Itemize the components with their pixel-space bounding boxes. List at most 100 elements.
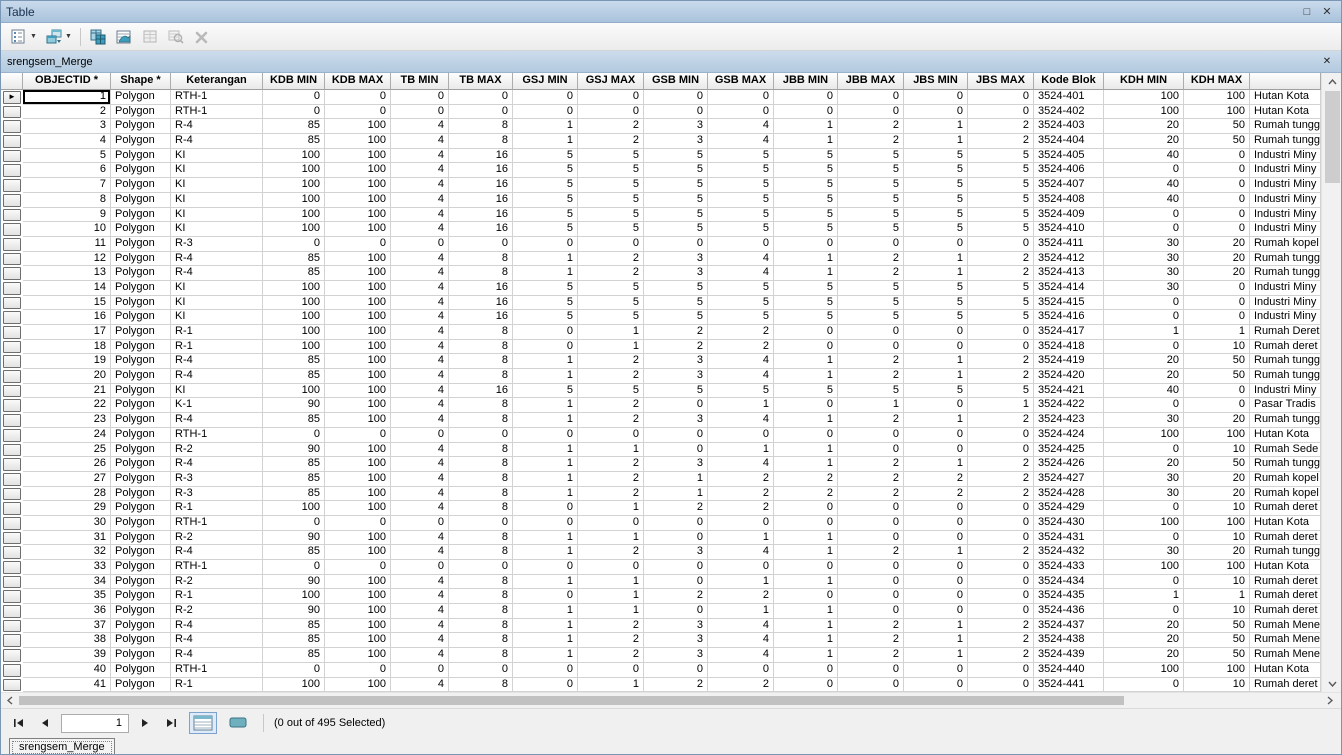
cell[interactable]: 0 [774, 104, 838, 120]
cell[interactable]: 1 [774, 648, 838, 663]
cell[interactable]: KI [171, 295, 263, 311]
next-record-button[interactable] [135, 713, 155, 733]
cell[interactable]: 100 [325, 677, 391, 693]
column-header[interactable]: JBS MIN [904, 73, 968, 90]
cell[interactable]: Polygon [111, 266, 171, 281]
cell[interactable]: 3524-408 [1034, 192, 1104, 208]
cell[interactable]: 3524-405 [1034, 148, 1104, 164]
cell[interactable]: 4 [391, 633, 449, 649]
cell[interactable]: 0 [838, 604, 904, 619]
cell[interactable]: 26 [23, 457, 111, 472]
column-header[interactable]: KDB MAX [325, 73, 391, 90]
cell[interactable]: Rumah tungg [1250, 545, 1321, 560]
cell[interactable]: R-4 [171, 457, 263, 472]
cell[interactable]: 2 [578, 471, 644, 487]
cell[interactable]: 3 [644, 633, 708, 649]
cell[interactable]: 85 [263, 119, 325, 135]
cell[interactable]: 85 [263, 486, 325, 502]
row-selector[interactable] [1, 339, 23, 355]
row-selector[interactable] [1, 369, 23, 384]
cell[interactable]: 0 [1104, 339, 1184, 355]
cell[interactable]: 5 [513, 163, 578, 179]
cell[interactable]: Polygon [111, 633, 171, 649]
cell[interactable]: 2 [968, 618, 1034, 634]
cell[interactable]: 2 [838, 413, 904, 428]
cell[interactable]: 31 [23, 530, 111, 546]
cell[interactable]: 100 [263, 339, 325, 355]
cell[interactable]: 5 [578, 222, 644, 237]
cell[interactable]: 5 [708, 280, 774, 296]
cell[interactable]: 8 [449, 618, 513, 634]
cell[interactable]: 100 [1184, 515, 1250, 531]
cell[interactable]: 0 [644, 427, 708, 443]
cell[interactable]: Rumah tungg [1250, 369, 1321, 384]
cell[interactable]: 8 [449, 369, 513, 384]
row-selector[interactable] [1, 266, 23, 281]
cell[interactable]: 0 [644, 530, 708, 546]
cell[interactable]: 5 [708, 222, 774, 237]
cell[interactable]: Rumah tungg [1250, 457, 1321, 472]
cell[interactable]: 0 [774, 662, 838, 678]
cell[interactable]: 100 [325, 486, 391, 502]
cell[interactable]: 1 [578, 442, 644, 458]
cell[interactable]: 1 [774, 530, 838, 546]
cell[interactable]: 5 [904, 178, 968, 193]
cell[interactable]: 2 [968, 266, 1034, 281]
column-header[interactable]: GSJ MAX [578, 73, 644, 90]
row-selector[interactable] [1, 163, 23, 179]
row-selector[interactable] [1, 251, 23, 267]
cell[interactable]: 5 [904, 295, 968, 311]
cell[interactable]: Polygon [111, 178, 171, 193]
cell[interactable]: 100 [1104, 104, 1184, 120]
cell[interactable]: 2 [838, 119, 904, 135]
cell[interactable]: 85 [263, 354, 325, 370]
cell[interactable]: 0 [1104, 207, 1184, 223]
cell[interactable]: 0 [968, 339, 1034, 355]
row-selector[interactable] [1, 589, 23, 605]
cell[interactable]: KI [171, 222, 263, 237]
cell[interactable]: 3524-428 [1034, 486, 1104, 502]
cell[interactable]: 100 [325, 134, 391, 149]
cell[interactable]: 100 [325, 354, 391, 370]
cell[interactable]: 20 [1184, 236, 1250, 252]
cell[interactable]: 38 [23, 633, 111, 649]
first-record-button[interactable] [9, 713, 29, 733]
cell[interactable]: Polygon [111, 677, 171, 693]
cell[interactable]: 0 [1184, 398, 1250, 414]
cell[interactable]: 5 [513, 295, 578, 311]
cell[interactable]: 5 [968, 295, 1034, 311]
cell[interactable]: 2 [578, 633, 644, 649]
cell[interactable]: 4 [708, 266, 774, 281]
previous-record-button[interactable] [35, 713, 55, 733]
cell[interactable]: 2 [968, 369, 1034, 384]
cell[interactable]: Polygon [111, 280, 171, 296]
cell[interactable]: 100 [325, 618, 391, 634]
cell[interactable]: 8 [449, 633, 513, 649]
cell[interactable]: 0 [391, 427, 449, 443]
cell[interactable]: 1 [774, 369, 838, 384]
cell[interactable]: 0 [1104, 442, 1184, 458]
cell[interactable]: 1 [513, 530, 578, 546]
cell[interactable]: Polygon [111, 369, 171, 384]
cell[interactable]: 100 [325, 295, 391, 311]
cell[interactable]: 2 [838, 648, 904, 663]
cell[interactable]: 2 [708, 486, 774, 502]
cell[interactable]: Polygon [111, 251, 171, 267]
cell[interactable]: Industri Miny [1250, 383, 1321, 399]
cell[interactable]: 0 [904, 104, 968, 120]
cell[interactable]: 30 [1104, 413, 1184, 428]
cell[interactable]: 40 [23, 662, 111, 678]
cell[interactable]: 5 [23, 148, 111, 164]
cell[interactable]: 16 [449, 178, 513, 193]
cell[interactable]: 3524-424 [1034, 427, 1104, 443]
cell[interactable]: Polygon [111, 134, 171, 149]
cell[interactable]: R-4 [171, 369, 263, 384]
column-header[interactable]: GSB MIN [644, 73, 708, 90]
cell[interactable]: 2 [708, 339, 774, 355]
cell[interactable]: 13 [23, 266, 111, 281]
cell[interactable]: 1 [513, 486, 578, 502]
cell[interactable]: 5 [578, 280, 644, 296]
cell[interactable]: 1 [513, 369, 578, 384]
cell[interactable]: 20 [1104, 633, 1184, 649]
cell[interactable]: 100 [325, 119, 391, 135]
